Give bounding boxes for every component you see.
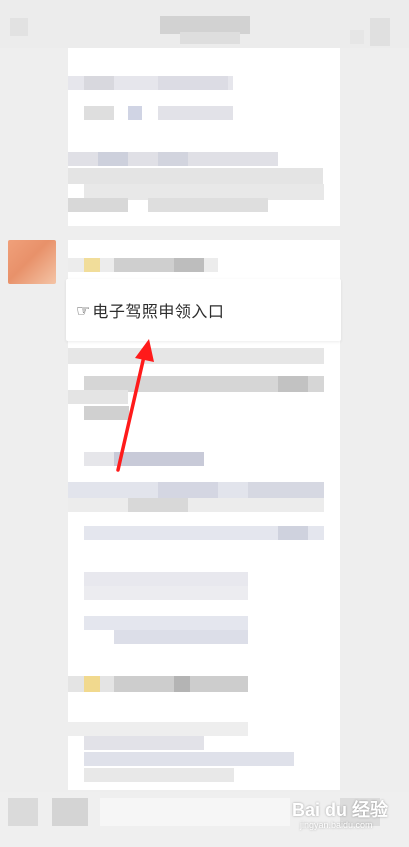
blurred-text: [114, 630, 248, 644]
voice-icon[interactable]: [8, 798, 38, 826]
blurred-text: [84, 586, 248, 600]
blurred-text: [68, 722, 248, 736]
blurred-text: [278, 376, 308, 392]
blurred-text: [98, 152, 128, 166]
blurred-text: [158, 482, 218, 498]
watermark-url: jingyan.baidu.com: [300, 820, 373, 830]
blurred-text: [174, 258, 204, 272]
blurred-text: [84, 752, 294, 766]
blurred-text: [128, 498, 188, 512]
blurred-text: [84, 572, 248, 586]
blurred-text: [68, 390, 128, 404]
watermark-logo: Bai du 经验: [292, 800, 389, 820]
blurred-text: [84, 406, 129, 420]
emoji-icon[interactable]: [52, 798, 88, 826]
message-input[interactable]: [100, 798, 290, 826]
more-icon[interactable]: [370, 18, 390, 46]
blurred-text: [158, 76, 228, 90]
blurred-text: [84, 768, 234, 782]
pointing-hand-icon: ☞: [76, 300, 91, 320]
blurred-text: [128, 106, 142, 120]
license-application-link[interactable]: ☞ 电子驾照申领入口: [66, 279, 341, 341]
blurred-text: [158, 106, 233, 120]
blurred-text: [278, 526, 308, 540]
blurred-text: [114, 258, 174, 272]
message-bubble[interactable]: [68, 48, 340, 226]
blurred-text: [68, 198, 128, 212]
blurred-text: [84, 106, 114, 120]
blurred-text: [84, 258, 100, 272]
blurred-text: [68, 168, 323, 184]
blurred-text: [114, 452, 204, 466]
blurred-text: [84, 616, 248, 630]
chat-header: [0, 0, 409, 48]
blurred-text: [68, 498, 324, 512]
blurred-text: [84, 76, 114, 90]
avatar[interactable]: [8, 240, 56, 284]
baidu-watermark: Bai du 经验 jingyan.baidu.com: [292, 790, 404, 838]
blurred-text: [248, 482, 324, 498]
more-icon[interactable]: [350, 30, 364, 44]
blurred-text: [148, 198, 268, 212]
back-button[interactable]: [10, 18, 28, 36]
blurred-text: [84, 676, 100, 692]
blurred-text: [68, 348, 324, 364]
link-label: 电子驾照申领入口: [92, 302, 225, 321]
chat-title: [180, 32, 240, 44]
blurred-text: [84, 736, 204, 750]
blurred-text: [158, 152, 188, 166]
blurred-text: [174, 676, 190, 692]
